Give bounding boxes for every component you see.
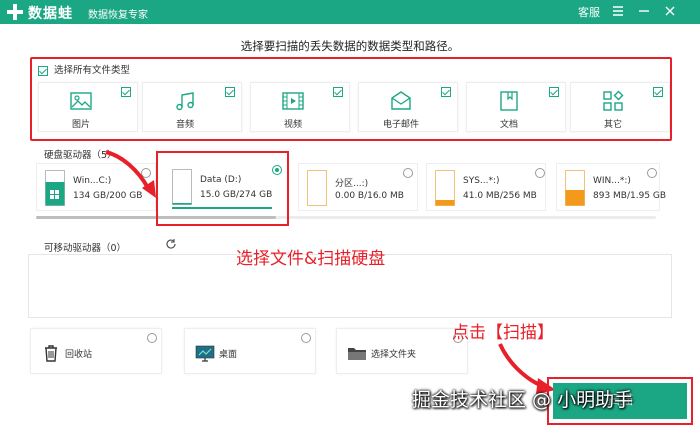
menu-icon[interactable] xyxy=(610,3,626,19)
title-bar: 数据蛙 数据恢复专家 客服 xyxy=(0,0,700,24)
audio-checkbox[interactable] xyxy=(225,87,235,97)
file-type-label: 音频 xyxy=(175,120,194,130)
customer-service-link[interactable]: 客服 xyxy=(578,4,600,20)
watermark-text: 掘金技术社区 @ 小明助手 xyxy=(412,389,634,411)
location-radio[interactable] xyxy=(147,333,157,343)
file-type-label: 视频 xyxy=(283,120,302,130)
drive-radio[interactable] xyxy=(647,168,657,178)
refresh-icon[interactable] xyxy=(165,238,177,250)
page-heading: 选择要扫描的丢失数据的数据类型和路径。 xyxy=(240,39,460,53)
drive-size: 0.00 B/16.0 MB xyxy=(335,191,404,201)
location-desktop[interactable]: 桌面 xyxy=(184,328,316,374)
location-label: 桌面 xyxy=(219,350,238,360)
drive-size: 893 MB/1.95 GB xyxy=(593,191,667,201)
drive-sys[interactable]: SYS...*:) 41.0 MB/256 MB xyxy=(426,163,546,211)
drive-radio[interactable] xyxy=(403,168,413,178)
location-select-folder[interactable]: 选择文件夹 xyxy=(336,328,468,374)
app-subtitle: 数据恢复专家 xyxy=(88,10,148,21)
drive-icon xyxy=(307,170,327,206)
minimize-icon[interactable] xyxy=(636,3,652,19)
select-all-label: 选择所有文件类型 xyxy=(54,65,131,76)
file-type-label: 电子邮件 xyxy=(382,120,419,130)
drives-scrollbar[interactable] xyxy=(36,216,656,219)
video-icon xyxy=(282,92,304,110)
data-drive-highlight-box xyxy=(156,151,289,226)
file-type-email[interactable]: 电子邮件 xyxy=(358,82,458,132)
select-all-types[interactable]: 选择所有文件类型 xyxy=(38,62,130,76)
drive-name: WIN...*:) xyxy=(593,176,631,186)
file-type-document[interactable]: 文档 xyxy=(466,82,566,132)
removable-drives-label: 可移动驱动器（0） xyxy=(44,243,127,254)
file-type-audio[interactable]: 音频 xyxy=(142,82,242,132)
drive-radio[interactable] xyxy=(535,168,545,178)
document-checkbox[interactable] xyxy=(549,87,559,97)
windows-drive-icon xyxy=(45,170,65,206)
drive-partition[interactable]: 分区...:) 0.00 B/16.0 MB xyxy=(298,163,418,211)
select-all-checkbox[interactable] xyxy=(38,65,48,76)
drive-size: 41.0 MB/256 MB xyxy=(463,191,537,201)
folder-icon xyxy=(348,348,366,360)
annotation-arrow-drive xyxy=(105,150,156,198)
drive-win[interactable]: WIN...*:) 893 MB/1.95 GB xyxy=(556,163,666,211)
file-type-label: 图片 xyxy=(71,120,90,130)
image-icon xyxy=(70,92,92,110)
location-recycle-bin[interactable]: 回收站 xyxy=(30,328,162,374)
other-checkbox[interactable] xyxy=(653,87,663,97)
drive-icon xyxy=(435,170,455,206)
file-type-label: 其它 xyxy=(603,120,622,130)
file-type-image[interactable]: 图片 xyxy=(38,82,138,132)
file-type-video[interactable]: 视频 xyxy=(250,82,350,132)
location-label: 选择文件夹 xyxy=(371,350,417,360)
drive-name: SYS...*:) xyxy=(463,176,500,186)
desktop-icon xyxy=(195,345,215,362)
location-radio[interactable] xyxy=(301,333,311,343)
document-icon xyxy=(500,91,518,111)
music-icon xyxy=(176,92,194,111)
drive-icon xyxy=(565,170,585,206)
image-checkbox[interactable] xyxy=(121,87,131,97)
close-icon[interactable] xyxy=(662,3,678,19)
file-type-other[interactable]: 其它 xyxy=(570,82,670,132)
recycle-bin-icon xyxy=(45,345,57,362)
email-icon xyxy=(391,91,411,110)
annotation-select-files: 选择文件&扫描硬盘 xyxy=(236,249,386,269)
location-label: 回收站 xyxy=(65,350,93,360)
app-logo-icon xyxy=(7,4,23,20)
app-name: 数据蛙 xyxy=(28,6,73,22)
email-checkbox[interactable] xyxy=(441,87,451,97)
video-checkbox[interactable] xyxy=(333,87,343,97)
file-type-label: 文档 xyxy=(499,120,518,130)
other-icon xyxy=(603,90,624,111)
drive-name: 分区...:) xyxy=(335,179,369,189)
